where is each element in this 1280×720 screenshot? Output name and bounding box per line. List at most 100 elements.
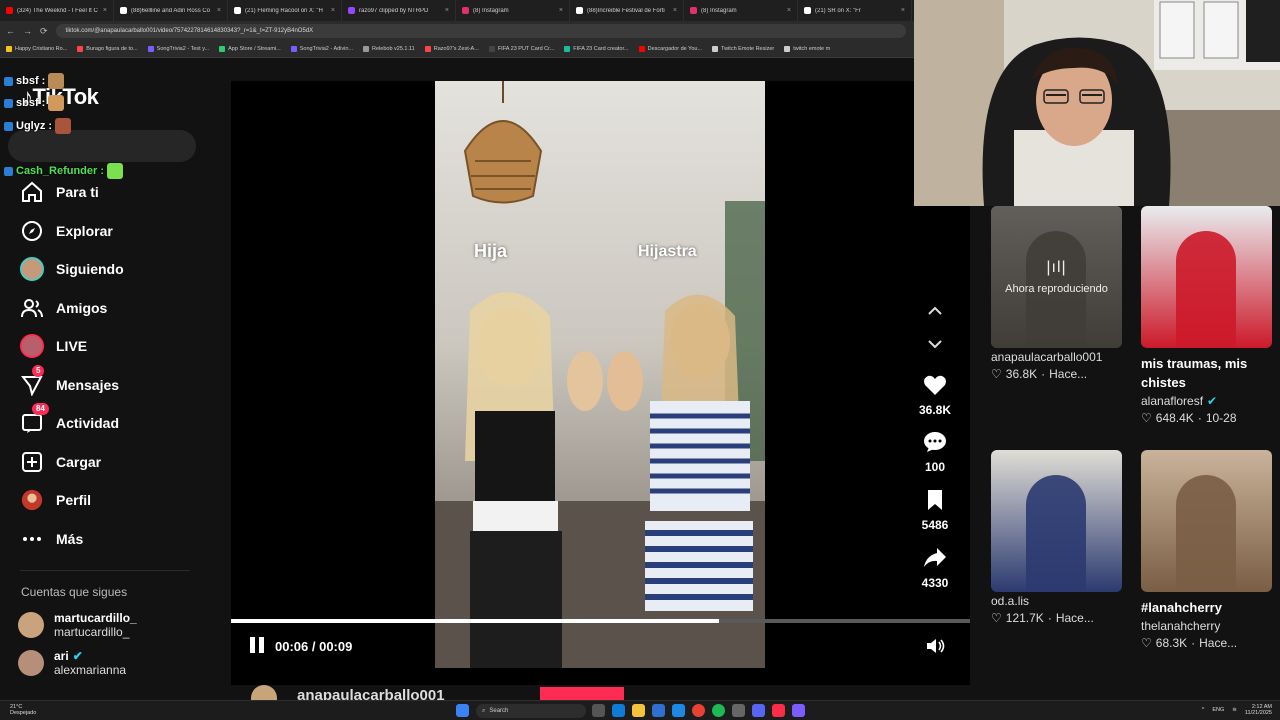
recommended-video[interactable]: od.a.lis ♡ 121.7K · Hace... (991, 450, 1122, 625)
browser-tab[interactable]: (21) SR on X: "Fr × (798, 0, 912, 21)
now-playing-label: Ahora reproduciendo (1005, 283, 1108, 295)
close-tab-icon[interactable]: × (787, 7, 791, 14)
sidebar-item-para-ti[interactable]: Para ti (20, 180, 99, 204)
video-author[interactable]: thelanahcherry (1141, 619, 1272, 633)
video-author[interactable]: anapaulacarballo001 (991, 350, 1122, 364)
video-author[interactable]: alanafloresf ✔ (1141, 394, 1272, 408)
author-avatar[interactable] (251, 685, 277, 700)
video-player[interactable]: Hija Hijastra 00:06 / 00:09 (231, 81, 970, 685)
chevron-up-icon[interactable] (923, 298, 947, 322)
browser-tab[interactable]: (88)Increible Festival de Forti × (570, 0, 684, 21)
bookmark-item[interactable]: Razo97's Zest-A... (424, 46, 479, 52)
discord-icon[interactable] (752, 704, 765, 717)
like-button[interactable]: 36.8K (905, 374, 965, 417)
video-author[interactable]: od.a.lis (991, 594, 1122, 608)
bookmark-item[interactable]: Burago figura de to... (77, 46, 138, 52)
mail-icon[interactable] (672, 704, 685, 717)
app-icon[interactable] (792, 704, 805, 717)
store-icon[interactable] (652, 704, 665, 717)
bookmark-item[interactable]: Descargador de You... (638, 46, 702, 52)
bookmark-item[interactable]: App Store / Streami... (219, 46, 281, 52)
bookmark-item[interactable]: Relebob v25.1.11 (363, 46, 415, 52)
sidebar-item-siguiendo[interactable]: Siguiendo (20, 257, 124, 281)
sidebar-item-perfil[interactable]: Perfil (20, 488, 91, 512)
bookmark-favicon-icon (488, 46, 495, 52)
save-button[interactable]: 5486 (905, 489, 965, 532)
wifi-icon[interactable]: ≋ (1232, 707, 1237, 713)
bookmark-item[interactable]: SongTrivia2 - Test y... (147, 46, 209, 52)
share-button[interactable]: 4330 (905, 547, 965, 590)
sidebar-item-cargar[interactable]: Cargar (20, 450, 101, 474)
sidebar-item-explorar[interactable]: Explorar (20, 219, 113, 243)
settings-icon[interactable] (732, 704, 745, 717)
music-icon[interactable] (772, 704, 785, 717)
follow-button[interactable] (540, 687, 624, 700)
author-name[interactable]: anapaulacarballo001 (297, 687, 445, 700)
close-tab-icon[interactable]: × (559, 7, 563, 14)
sidebar-item-mensajes[interactable]: 5 Mensajes (20, 365, 119, 397)
file-explorer-icon[interactable] (632, 704, 645, 717)
badge-icon (4, 166, 13, 176)
task-view-icon[interactable] (592, 704, 605, 717)
start-icon[interactable] (456, 704, 469, 717)
bookmark-item[interactable]: FIFA 23 PUT Card Cr... (488, 46, 554, 52)
comment-button[interactable]: 100 (905, 431, 965, 474)
bookmark-item[interactable]: twitch emote m (784, 46, 830, 52)
taskbar-search[interactable]: ⌕ Search (476, 704, 586, 718)
bookmark-item[interactable]: Happy Cristiano Ro... (6, 46, 67, 52)
emote-icon (48, 95, 65, 111)
heart-icon (924, 375, 946, 395)
close-tab-icon[interactable]: × (445, 7, 449, 14)
bookmark-item[interactable]: Twitch Emote Resizer (712, 46, 774, 52)
video-thumbnail[interactable]: |ıl| Ahora reproduciendo (991, 206, 1122, 348)
sidebar-item-más[interactable]: Más (20, 527, 83, 551)
close-tab-icon[interactable]: × (103, 7, 107, 14)
bookmark-item[interactable]: SongTrivia2 - Adivin... (290, 46, 353, 52)
close-tab-icon[interactable]: × (673, 7, 677, 14)
bookmark-item[interactable]: FIFA 23 Card creator... (564, 46, 629, 52)
sidebar-item-live[interactable]: LIVE (20, 334, 87, 358)
share-icon (924, 548, 946, 567)
reload-icon[interactable]: ⟳ (40, 26, 48, 37)
recommended-video[interactable]: mis traumas, mis chistes alanafloresf ✔ ♡ 64… (1141, 206, 1272, 425)
forward-icon[interactable]: → (23, 26, 32, 36)
browser-tab[interactable]: (8) Instagram × (684, 0, 798, 21)
close-tab-icon[interactable]: × (331, 7, 335, 14)
back-icon[interactable]: ← (6, 26, 15, 36)
weather-widget[interactable]: 21°C Despejado (10, 704, 36, 716)
video-thumbnail[interactable] (991, 450, 1122, 592)
clock[interactable]: 2:12 AM 11/21/2025 (1245, 704, 1272, 716)
volume-icon[interactable] (926, 637, 946, 660)
recommended-video[interactable]: #lanahcherry thelanahcherry ♡ 68.3K · Hace... (1141, 450, 1272, 650)
browser-tab[interactable]: (21) Fleming Racool on X: "H × (228, 0, 342, 21)
chevron-down-icon[interactable] (923, 332, 947, 356)
url-input[interactable]: tiktok.com/@anapaulacarballo001/video/75… (55, 24, 906, 38)
edge-icon[interactable] (612, 704, 625, 717)
browser-tab[interactable]: (324) The Weeknd - I Feel It C × (0, 0, 114, 21)
browser-tab[interactable]: razo97 clipped by NTRPD × (342, 0, 456, 21)
video-date: Hace... (1049, 367, 1088, 381)
close-tab-icon[interactable]: × (217, 7, 221, 14)
progress-bar[interactable] (231, 619, 970, 623)
chrome-icon[interactable] (692, 704, 705, 717)
pause-icon[interactable] (249, 636, 265, 657)
search-input[interactable] (8, 130, 196, 162)
video-thumbnail[interactable] (1141, 206, 1272, 348)
following-account[interactable]: ari ✔ alexmarianna (18, 649, 126, 677)
video-frame[interactable]: Hija Hijastra (435, 81, 765, 668)
recommended-video[interactable]: |ıl| Ahora reproduciendo anapaulacarballo0… (991, 206, 1122, 381)
sidebar-item-amigos[interactable]: Amigos (20, 296, 107, 320)
following-account[interactable]: martucardillo_ martucardillo_ (18, 611, 137, 639)
tab-favicon-icon (348, 7, 355, 14)
tab-favicon-icon (462, 7, 469, 14)
chevron-up-tray-icon[interactable]: ^ (1202, 707, 1205, 713)
browser-tab[interactable]: (88)6ellline and Adin Ross Co × (114, 0, 228, 21)
sidebar-item-actividad[interactable]: 84 Actividad (20, 403, 119, 435)
spotify-icon[interactable] (712, 704, 725, 717)
language-indicator[interactable]: ENG (1212, 707, 1224, 713)
now-playing-overlay: |ıl| Ahora reproduciendo (991, 206, 1122, 348)
video-thumbnail[interactable] (1141, 450, 1272, 592)
chat-message: Cash_Refunder : (4, 163, 124, 179)
browser-tab[interactable]: (8) Instagram × (456, 0, 570, 21)
close-tab-icon[interactable]: × (901, 7, 905, 14)
